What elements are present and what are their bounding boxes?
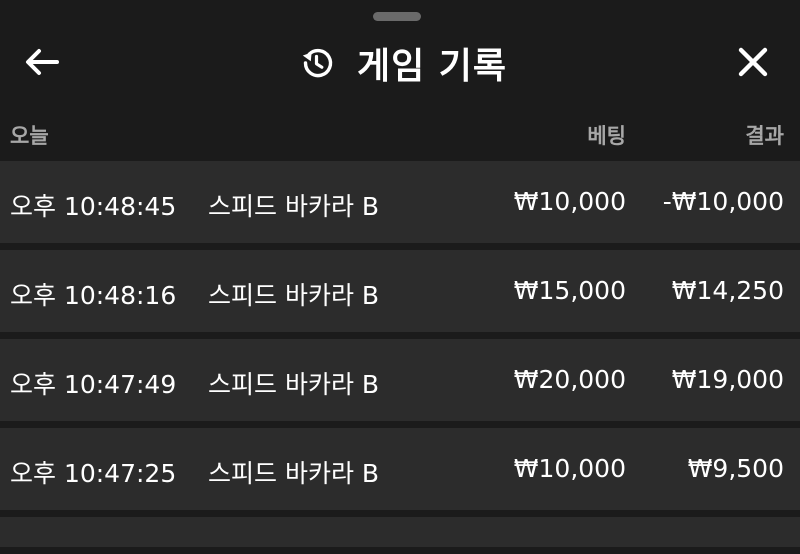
row-result: ₩9,500	[687, 454, 784, 483]
row-time: 오후 10:48:45	[10, 192, 177, 221]
history-row[interactable]: 오후 10:48:45 스피드 바카라 B ₩10,000 -₩10,000	[0, 161, 800, 243]
history-icon	[297, 44, 335, 82]
row-result: ₩19,000	[671, 365, 784, 394]
column-header-date: 오늘	[10, 124, 49, 148]
history-row[interactable]: 오후 10:48:16 스피드 바카라 B ₩15,000 ₩14,250	[0, 250, 800, 332]
close-button[interactable]	[730, 41, 776, 87]
history-row[interactable]: 오후 10:47:49 스피드 바카라 B ₩20,000 ₩19,000	[0, 339, 800, 421]
row-result: ₩14,250	[671, 276, 784, 305]
row-time: 오후 10:47:49	[10, 370, 177, 399]
row-time: 오후 10:48:16	[10, 281, 177, 310]
history-row-partial[interactable]	[0, 517, 800, 547]
history-list: 오후 10:48:45 스피드 바카라 B ₩10,000 -₩10,000 오…	[0, 161, 800, 554]
close-icon	[737, 46, 769, 82]
column-headers: 오늘 베팅 결과	[0, 112, 800, 156]
row-bet: ₩20,000	[513, 365, 626, 394]
row-game: 스피드 바카라 B	[208, 459, 380, 488]
title-group: 게임 기록	[0, 28, 800, 98]
row-game: 스피드 바카라 B	[208, 281, 380, 310]
sheet-grab-handle[interactable]	[373, 12, 421, 21]
column-header-bet: 베팅	[587, 124, 626, 148]
row-bet: ₩10,000	[513, 454, 626, 483]
row-game: 스피드 바카라 B	[208, 192, 380, 221]
column-header-result: 결과	[745, 124, 784, 148]
row-bet: ₩15,000	[513, 276, 626, 305]
page-title: 게임 기록	[356, 46, 507, 87]
history-row[interactable]: 오후 10:47:25 스피드 바카라 B ₩10,000 ₩9,500	[0, 428, 800, 510]
row-bet: ₩10,000	[513, 187, 626, 216]
back-button[interactable]	[20, 42, 64, 86]
arrow-left-icon	[24, 47, 60, 81]
row-game: 스피드 바카라 B	[208, 370, 380, 399]
row-time: 오후 10:47:25	[10, 459, 177, 488]
row-result: -₩10,000	[662, 187, 784, 216]
header: 게임 기록	[0, 28, 800, 98]
